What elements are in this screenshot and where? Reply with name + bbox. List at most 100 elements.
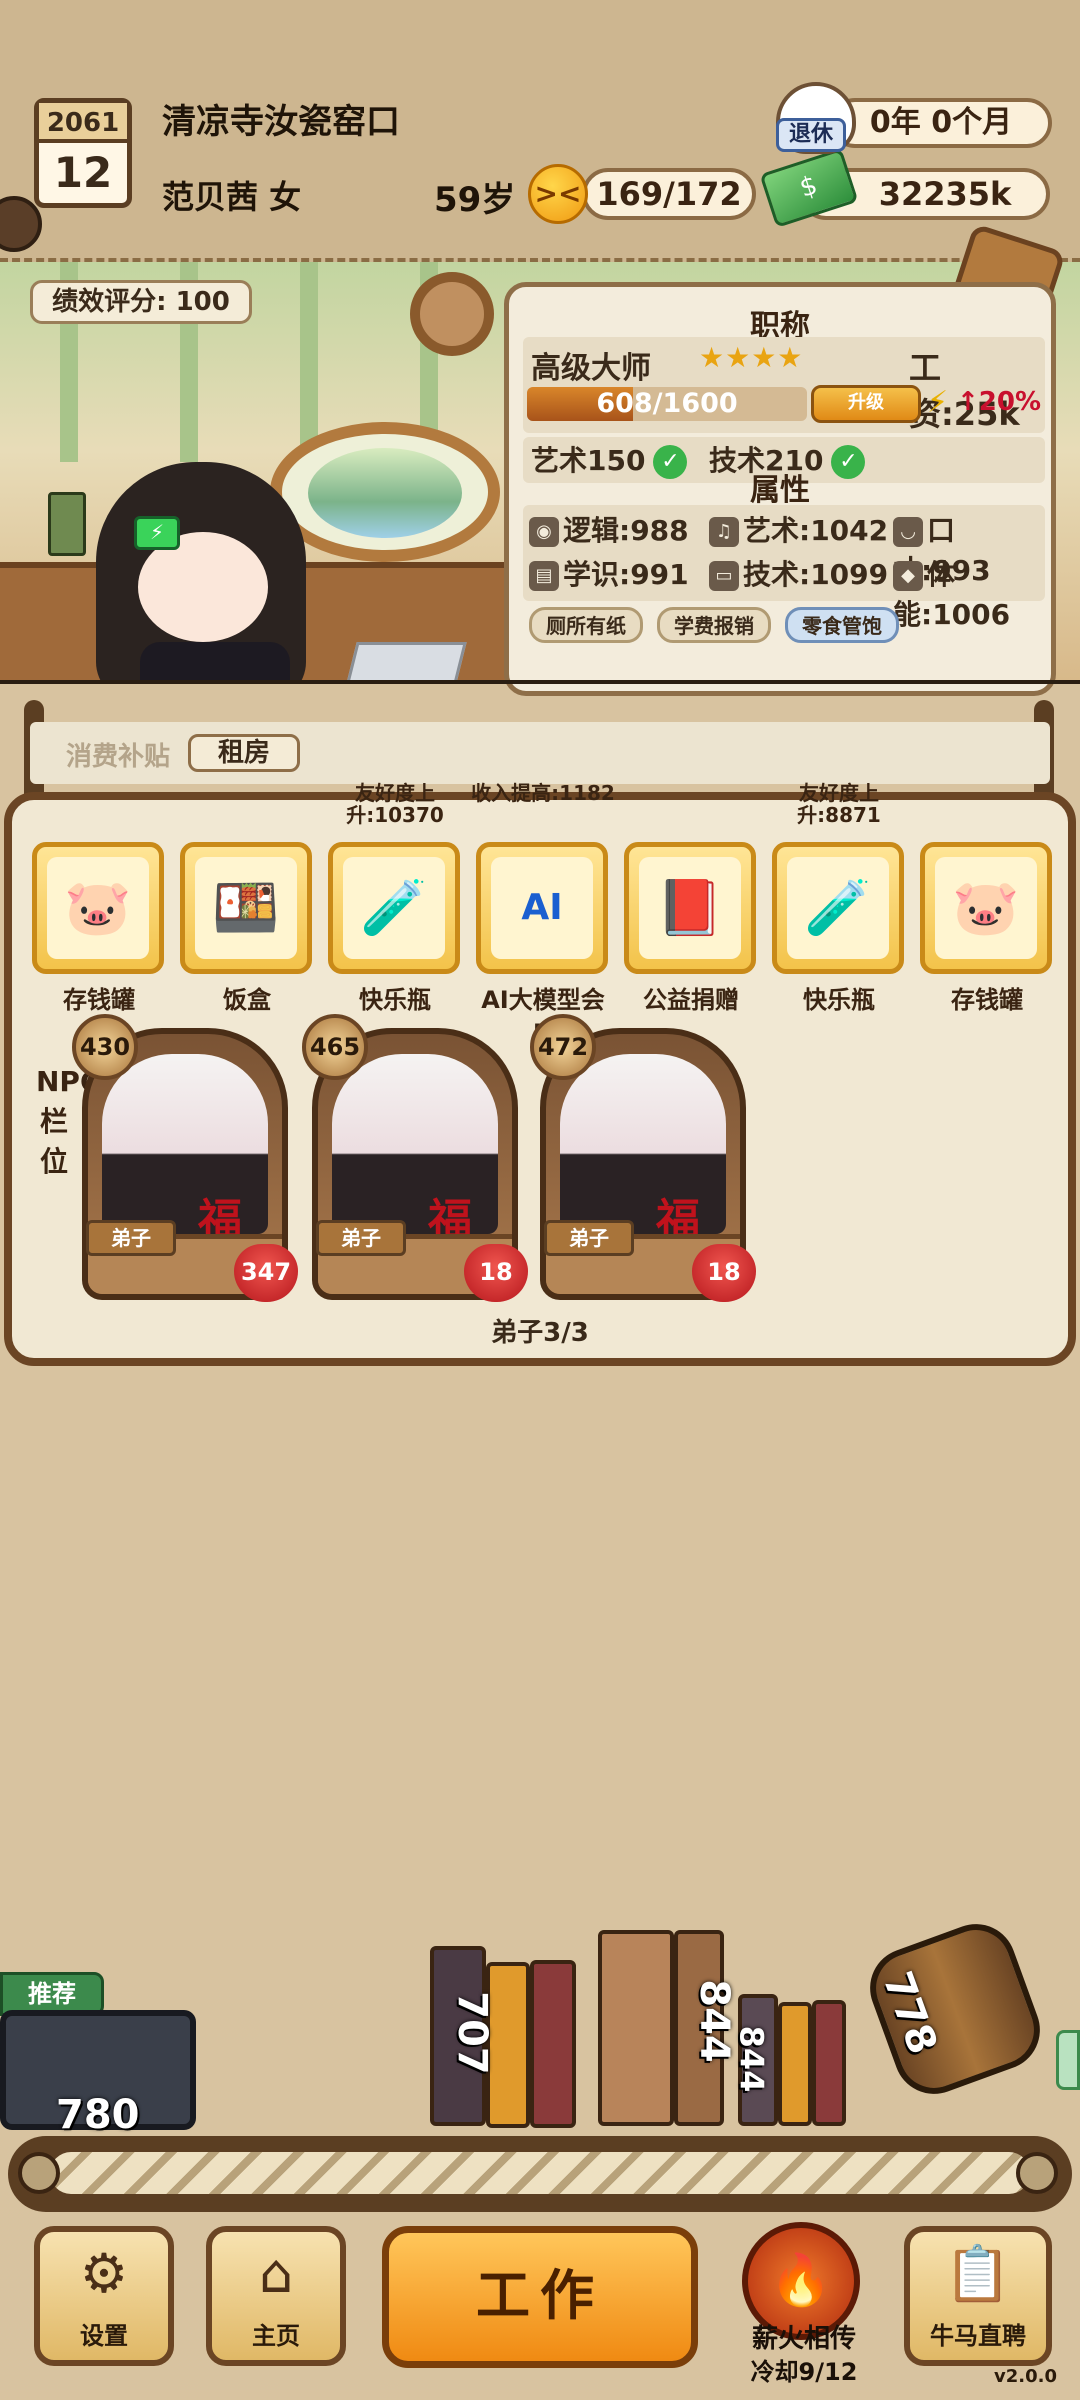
settings-label: 设置 <box>80 2322 128 2350</box>
rank-stars: ★★★★ <box>699 341 804 374</box>
attr-section-heading: 属性 <box>750 473 810 508</box>
brain-icon: ◉ <box>529 517 559 547</box>
item-card[interactable]: 🧪 <box>772 842 904 974</box>
upgrade-button[interactable]: 升级 <box>811 385 921 423</box>
retire-countdown: 0年 0个月 <box>830 98 1052 148</box>
xp-text: 608/1600 <box>596 388 738 419</box>
npc-role: 弟子 <box>316 1220 406 1256</box>
energy-battery-icon: ⚡ <box>134 516 180 550</box>
mood-face-icon: >< <box>528 164 588 224</box>
book-icon[interactable] <box>778 2002 812 2126</box>
items-npc-panel: 🐷存钱罐🍱饭盒友好度上升:10370🧪快乐瓶收入提高:1182AIAI大模型会员… <box>4 782 1076 1366</box>
npc-level-badge: 472 <box>530 1014 596 1080</box>
npc-level-badge: 430 <box>72 1014 138 1080</box>
bonus-rate: ↑20% <box>957 387 1042 417</box>
book-icon[interactable] <box>812 2000 846 2126</box>
home-button[interactable]: ⌂ 主页 <box>206 2226 346 2366</box>
item-card[interactable]: 🍱 <box>180 842 312 974</box>
item-card[interactable]: 📕 <box>624 842 756 974</box>
attr-tech: ▭ 技术:1099 <box>709 553 888 593</box>
cooldown-text: 冷却9/12 <box>750 2358 858 2386</box>
heart-icon: 18 <box>692 1244 756 1302</box>
calendar-icon: 2061 12 <box>34 98 132 208</box>
rank-name: 高级大师 <box>531 351 651 386</box>
scene-divider <box>0 680 1080 684</box>
suitcase-value: 780 <box>56 2092 140 2138</box>
player-age: 59岁 <box>434 180 516 220</box>
wheel-ornament-icon <box>410 272 494 356</box>
item-label: 快乐瓶 <box>803 986 875 1014</box>
embroidery-landscape <box>308 448 462 538</box>
mood-value: 169/172 <box>582 168 756 220</box>
conveyor-roller <box>18 2152 60 2194</box>
attr-art: ♫ 艺术:1042 <box>709 509 888 549</box>
perk-tag: 零食管饱 <box>785 607 899 643</box>
perk-tag: 学费报销 <box>657 607 771 643</box>
lips-icon: ◡ <box>893 517 923 547</box>
fortune-seal: 福 <box>428 1195 472 1246</box>
npc-slot-label: NPC栏位 <box>36 1065 101 1178</box>
heart-icon: 18 <box>464 1244 528 1302</box>
fortune-seal: 福 <box>656 1195 700 1246</box>
player-name: 范贝茜 女 <box>162 178 302 216</box>
npc-level-badge: 465 <box>302 1014 368 1080</box>
small-books-value: 844 <box>732 2025 771 2093</box>
npc-role: 弟子 <box>544 1220 634 1256</box>
pass-on-label: 薪火相传 <box>751 2324 856 2354</box>
side-tab[interactable] <box>1056 2030 1080 2090</box>
bolt-icon: ⚡ <box>927 385 949 420</box>
item-label: 存钱罐 <box>951 986 1023 1014</box>
perk-tag: 厕所有纸 <box>529 607 643 643</box>
item-effect-text: 友好度上升:10370 <box>346 781 444 827</box>
top-header: 2061 12 清凉寺汝瓷窑口 范贝茜 女 59岁 169/172 >< 322… <box>0 0 1080 262</box>
item-card[interactable]: 🧪 <box>328 842 460 974</box>
performance-score: 绩效评分: 100 <box>30 280 252 324</box>
potion-icon: 🧪 <box>343 857 445 959</box>
retire-button[interactable]: 退休 <box>776 118 846 152</box>
attr-logic-value: 逻辑:988 <box>563 514 689 547</box>
monitor-icon: ▭ <box>709 561 739 591</box>
hire-button[interactable]: 📋 牛马直聘 <box>904 2226 1052 2366</box>
settings-button[interactable]: ⚙ 设置 <box>34 2226 174 2366</box>
item-card[interactable]: AI <box>476 842 608 974</box>
attr-tech-value: 技术:1099 <box>743 558 889 591</box>
book-icon[interactable] <box>530 1960 576 2128</box>
subsidy-bar <box>30 722 1050 784</box>
cabinet-value: 844 <box>690 1979 737 2063</box>
item-label: 饭盒 <box>223 986 271 1014</box>
item-effect-text: 收入提高:1182 <box>471 781 615 805</box>
item-card[interactable]: 🐷 <box>920 842 1052 974</box>
book-icon: ▤ <box>529 561 559 591</box>
heart-icon: 347 <box>234 1244 298 1302</box>
tea-cup-icon <box>48 492 86 556</box>
book-stack-value: 707 <box>448 1991 495 2075</box>
item-card[interactable]: 🐷 <box>32 842 164 974</box>
cabinet-icon[interactable] <box>598 1930 674 2126</box>
conveyor-belt <box>50 2152 1030 2194</box>
item-label: 快乐瓶 <box>359 986 431 1014</box>
conveyor-roller <box>1016 2152 1058 2194</box>
npc-count: 弟子3/3 <box>491 1318 589 1348</box>
subsidy-label: 消费补贴 <box>66 742 171 772</box>
potion-icon: 🧪 <box>787 857 889 959</box>
gear-icon: ⚙ <box>79 2242 129 2305</box>
work-button[interactable]: 工作 <box>382 2226 698 2368</box>
lunchbox-icon: 🍱 <box>195 857 297 959</box>
item-label: 存钱罐 <box>63 986 135 1014</box>
version-text: v2.0.0 <box>994 2366 1057 2387</box>
attr-logic: ◉ 逻辑:988 <box>529 509 689 549</box>
item-label: 公益捐赠 <box>643 986 739 1014</box>
company-name: 清凉寺汝瓷窑口 <box>162 102 400 142</box>
home-label: 主页 <box>252 2322 300 2350</box>
job-info-panel: 职称 高级大师 ★★★★ 工资:25k 608/1600 升级 ⚡ ↑20% 艺… <box>504 282 1056 696</box>
item-effect-text: 友好度上升:8871 <box>797 781 881 827</box>
subsidy-tag-rent[interactable]: 租房 <box>188 734 300 772</box>
attr-knowledge-value: 学识:991 <box>563 558 689 591</box>
shield-icon: ◆ <box>893 561 923 591</box>
attr-stamina: ◆ 体能:1006 <box>893 553 1051 633</box>
hire-label: 牛马直聘 <box>930 2322 1026 2350</box>
donation-icon: 📕 <box>639 857 741 959</box>
music-note-icon: ♫ <box>709 517 739 547</box>
piggy-bank-icon: 🐷 <box>935 857 1037 959</box>
npc-role: 弟子 <box>86 1220 176 1256</box>
